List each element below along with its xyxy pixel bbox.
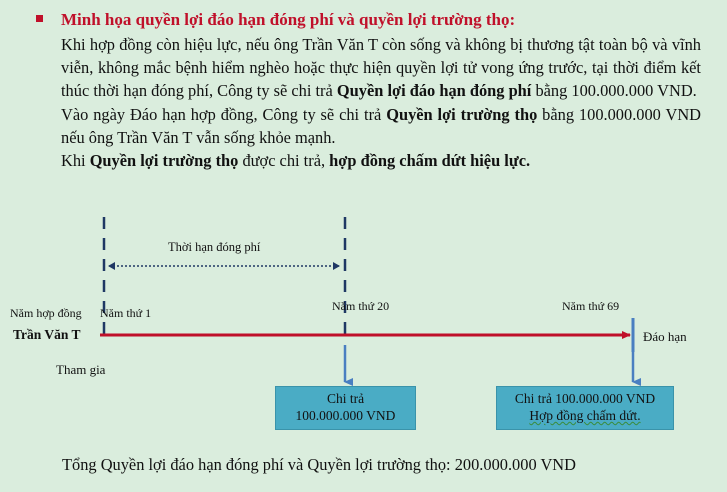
contract-year-label: Năm hợp đồng — [10, 306, 82, 320]
payout-box-year69-line2-text: Hợp đồng chấm dứt. — [529, 408, 641, 423]
year1-label: Năm thứ 1 — [100, 306, 152, 320]
payout-box-year69-line1: Chi trả 100.000.000 VND — [514, 391, 656, 406]
payout-box-year69-line2: Hợp đồng chấm dứt. — [497, 407, 673, 424]
premium-period-label: Thời hạn đóng phí — [168, 240, 261, 254]
maturity-label: Đáo hạn — [643, 329, 687, 344]
payout-box-year20-line2: 100.000.000 VND — [295, 408, 396, 423]
year20-label: Năm thứ 20 — [332, 299, 390, 313]
payout-box-year20: Chi trả 100.000.000 VND — [275, 386, 416, 430]
payout-box-year69: Chi trả 100.000.000 VND Hợp đồng chấm dứ… — [496, 386, 674, 430]
join-label: Tham gia — [56, 362, 106, 377]
year69-label: Năm thứ 69 — [562, 299, 620, 313]
total-benefit-summary: Tổng Quyền lợi đáo hạn đóng phí và Quyền… — [62, 455, 576, 474]
payout-box-year20-line1: Chi trả — [326, 391, 365, 406]
insured-name: Trần Văn T — [13, 327, 81, 342]
